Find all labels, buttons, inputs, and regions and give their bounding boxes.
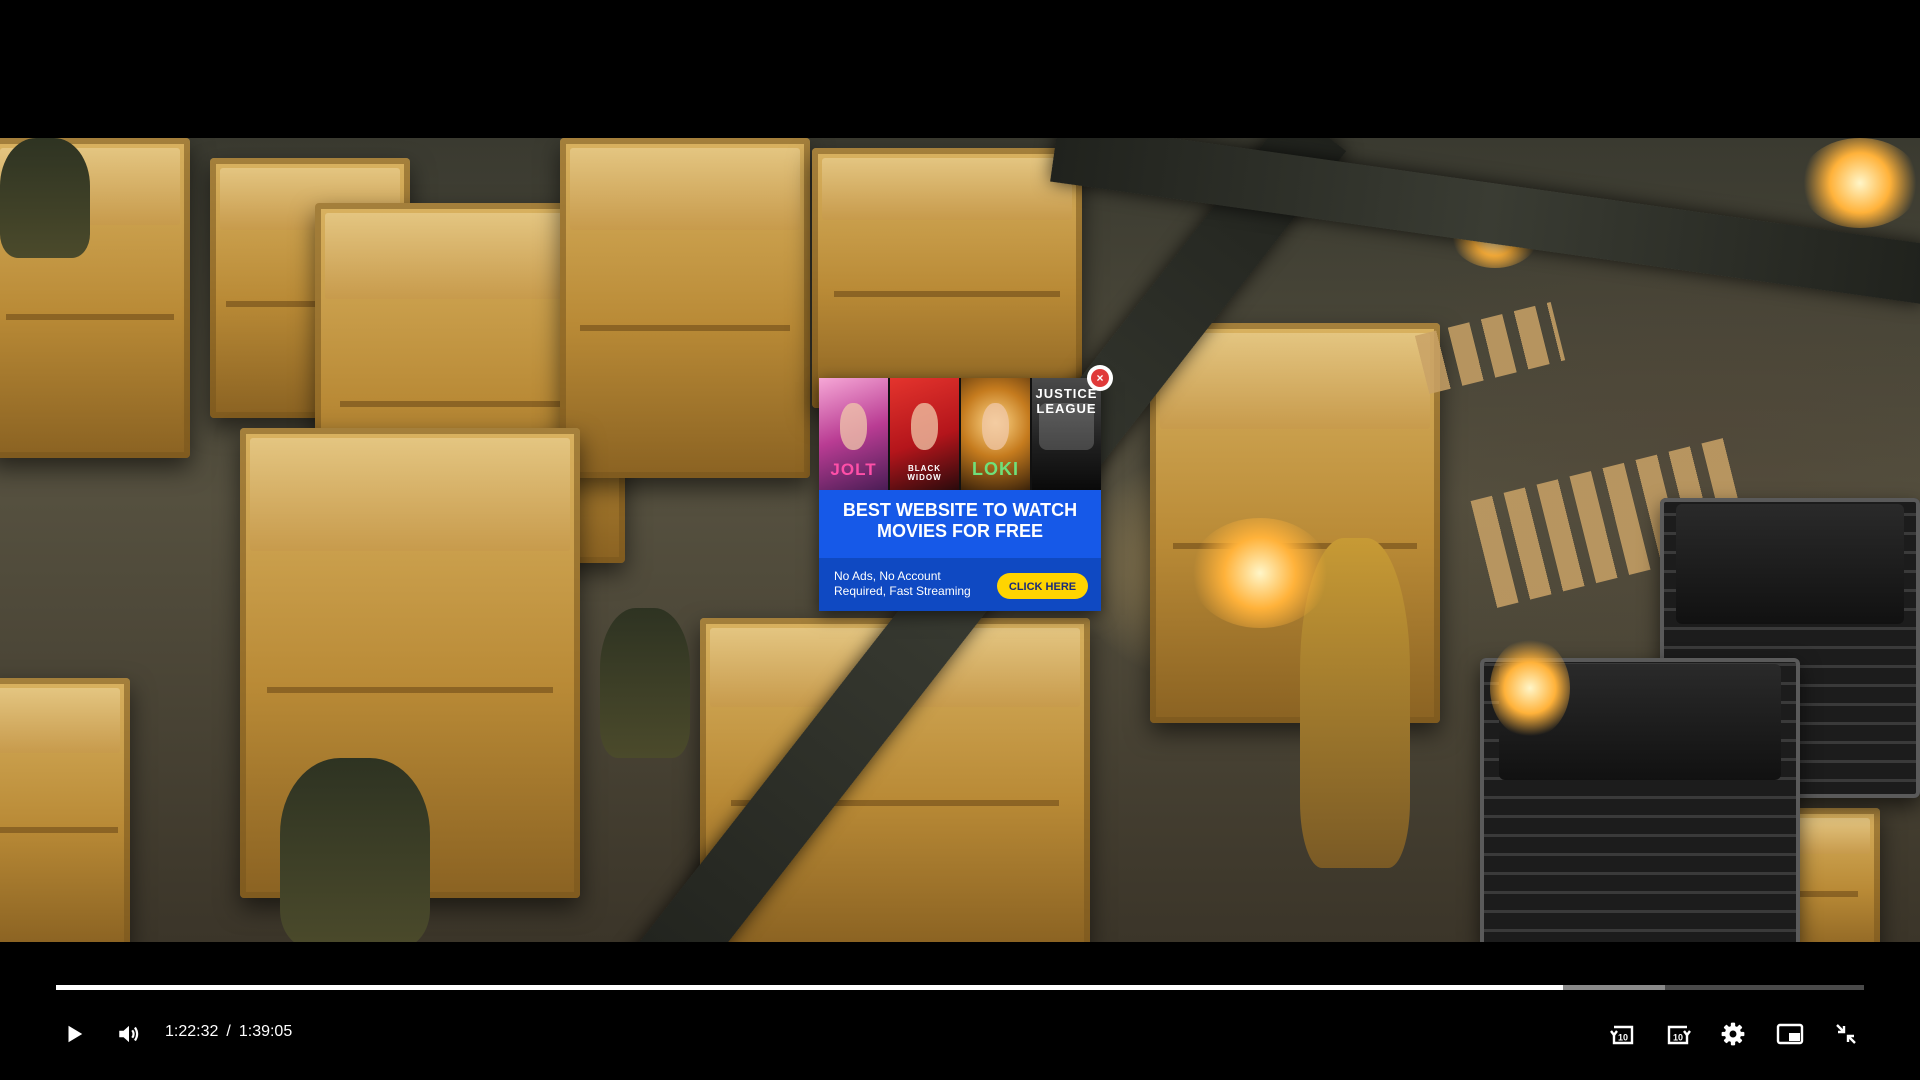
movie-poster[interactable]: BLACK WIDOW xyxy=(890,378,959,490)
figure xyxy=(600,608,690,758)
poster-art xyxy=(839,402,868,450)
forward-10-icon: 10 xyxy=(1667,1025,1691,1045)
crate xyxy=(560,138,810,478)
gear-icon xyxy=(1721,1022,1745,1046)
figure xyxy=(280,758,430,942)
settings-button[interactable] xyxy=(1717,1018,1749,1050)
time-display: 1:22:32 / 1:39:05 xyxy=(165,1023,292,1041)
ad-footer[interactable]: No Ads, No Account Required, Fast Stream… xyxy=(819,558,1101,611)
play-button[interactable] xyxy=(58,1018,90,1050)
poster-title: JUSTICE LEAGUE xyxy=(1035,386,1098,416)
picture-in-picture-icon xyxy=(1776,1023,1804,1045)
fire xyxy=(1490,638,1570,738)
time-separator: / xyxy=(226,1023,231,1040)
fire xyxy=(1800,138,1920,228)
close-icon: × xyxy=(1091,369,1109,387)
poster-art xyxy=(910,402,939,450)
poster-title: BLACK WIDOW xyxy=(907,464,942,482)
forward-10-button[interactable]: 10 xyxy=(1662,1018,1694,1050)
current-time: 1:22:32 xyxy=(165,1023,219,1040)
player-controls: 1:22:32 / 1:39:05 10 10 xyxy=(0,1010,1920,1058)
pallet xyxy=(1414,301,1566,395)
poster-title: JOLT xyxy=(830,460,877,479)
seek-bar[interactable] xyxy=(56,985,1864,990)
ad-popup[interactable]: JOLT BLACK WIDOW LOKI JUSTICE LEAGUE BES… xyxy=(819,378,1101,611)
rewind-10-icon: 10 xyxy=(1610,1025,1634,1045)
figure xyxy=(0,138,90,258)
crate xyxy=(0,678,130,942)
movie-poster[interactable]: LOKI xyxy=(961,378,1030,490)
volume-icon xyxy=(119,1025,139,1043)
exit-fullscreen-button[interactable] xyxy=(1830,1018,1862,1050)
skip-seconds-label: 10 xyxy=(1673,1033,1683,1043)
exit-fullscreen-icon xyxy=(1836,1024,1856,1044)
crate xyxy=(812,148,1082,408)
played-bar xyxy=(56,985,1563,990)
click-here-button[interactable]: CLICK HERE xyxy=(997,573,1088,599)
ad-headline[interactable]: BEST WEBSITE TO WATCH MOVIES FOR FREE xyxy=(819,500,1101,542)
picture-in-picture-button[interactable] xyxy=(1774,1018,1806,1050)
rewind-10-button[interactable]: 10 xyxy=(1607,1018,1639,1050)
ad-close-button[interactable]: × xyxy=(1087,365,1113,391)
skip-seconds-label: 10 xyxy=(1618,1033,1628,1043)
muzzle-flash xyxy=(1190,518,1330,628)
play-icon xyxy=(68,1025,83,1043)
movie-poster[interactable]: JOLT xyxy=(819,378,888,490)
duration: 1:39:05 xyxy=(238,1023,293,1040)
poster-art xyxy=(981,402,1010,450)
poster-title: LOKI xyxy=(972,459,1019,479)
volume-button[interactable] xyxy=(113,1018,145,1050)
ad-posters[interactable]: JOLT BLACK WIDOW LOKI JUSTICE LEAGUE xyxy=(819,378,1101,490)
movie-poster[interactable]: JUSTICE LEAGUE xyxy=(1032,378,1101,490)
ad-subtext: No Ads, No Account Required, Fast Stream… xyxy=(834,569,971,598)
